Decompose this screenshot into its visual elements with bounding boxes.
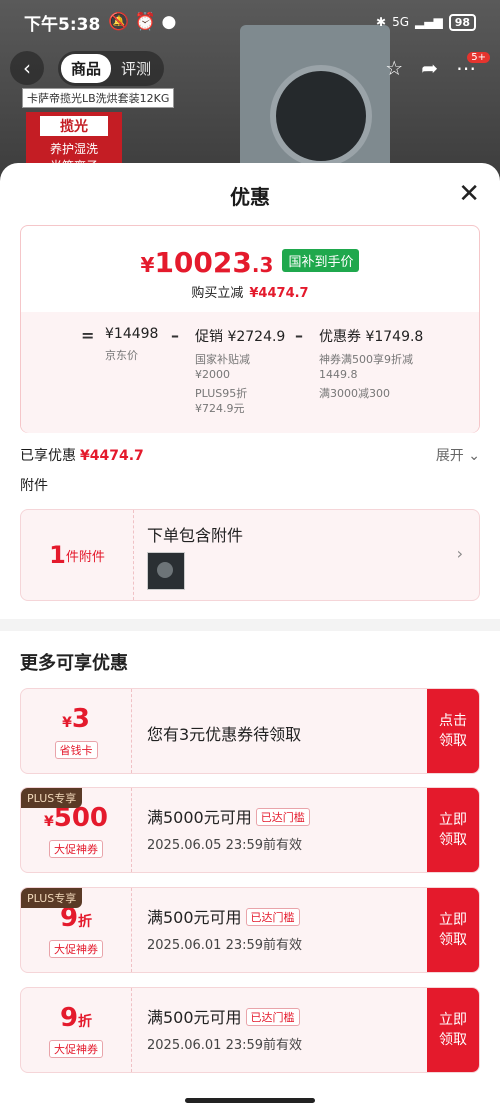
price-card: ¥10023.3 国补到手价 购买立减 ¥4474.7 = ¥14498 京东价 … — [20, 225, 480, 433]
coupon-text: 您有3元优惠券待领取 — [147, 725, 302, 744]
enjoyed-row: 已享优惠 ¥4474.7 展开 ⌄ — [20, 445, 480, 465]
product-top-bar: ‹ 商品 评测 ☆ ➦ ⋯ 5+ — [10, 50, 490, 86]
promo-col: 促销 ¥2724.9 国家补贴减 ¥2000 PLUS95折 ¥724.9元 — [195, 329, 286, 415]
equals-sign: = — [81, 326, 95, 345]
reduce-row: 购买立减 ¥4474.7 — [191, 286, 309, 301]
sheet-title: 优惠 — [230, 185, 270, 209]
coupon-card: 9折 大促神券 PLUS专享 满500元可用 已达门槛 2025.06.01 23… — [20, 887, 480, 973]
accessory-thumbnail — [147, 552, 185, 590]
network-label: 5G — [392, 15, 409, 29]
status-bar: 下午5:38 🔕 ⏰ ● ✱ 5G ▂▄▆ 98 — [0, 0, 500, 44]
coupon-tag: 省钱卡 — [54, 741, 98, 759]
status-time: 下午5:38 — [24, 14, 101, 35]
coupon-tag: 大促神券 — [49, 940, 103, 958]
tab-review[interactable]: 评测 — [111, 54, 161, 83]
minus-sign: – — [295, 326, 303, 345]
coupon-condition: 满5000元可用 — [147, 808, 252, 827]
coupon-tag: 大促神券 — [49, 840, 103, 858]
coupon-condition: 满500元可用 — [147, 908, 242, 927]
coupon-col: 优惠券 ¥1749.8 神券满500享9折减 1449.8 满3000减300 — [319, 329, 424, 400]
minus-sign: – — [171, 326, 179, 345]
accessory-card[interactable]: 1 件附件 下单包含附件 › — [20, 509, 480, 601]
claim-button[interactable]: 点击 领取 — [427, 689, 479, 773]
plus-badge: PLUS专享 — [21, 888, 83, 908]
final-price: ¥10023.3 — [140, 246, 274, 279]
coupon-card: 9折 大促神券 满500元可用 已达门槛 2025.06.01 23:59前有效 … — [20, 987, 480, 1073]
coupon-card: ¥3 省钱卡 您有3元优惠券待领取 点击 领取 — [20, 688, 480, 774]
chevron-down-icon: ⌄ — [468, 448, 480, 464]
expand-button[interactable]: 展开 ⌄ — [436, 445, 480, 465]
price-tag-badge: 国补到手价 — [282, 249, 360, 272]
tab-product[interactable]: 商品 — [61, 53, 112, 83]
price-breakdown: = ¥14498 京东价 – 促销 ¥2724.9 国家补贴减 ¥2000 PLU… — [21, 312, 479, 433]
notification-icons: 🔕 ⏰ ● — [108, 12, 177, 32]
message-badge: 5+ — [467, 52, 490, 63]
accessory-section-label: 附件 — [20, 478, 48, 494]
more-offers-title: 更多可享优惠 — [20, 653, 128, 674]
accessory-title: 下单包含附件 — [147, 526, 244, 545]
claim-button[interactable]: 立即 领取 — [427, 888, 479, 972]
jd-price-col: ¥14498 京东价 — [105, 326, 159, 362]
chevron-right-icon: › — [456, 544, 463, 563]
product-tabs: 商品 评测 — [58, 50, 165, 86]
coupon-condition: 满500元可用 — [147, 1008, 242, 1027]
bluetooth-icon: ✱ — [376, 15, 387, 29]
share-icon[interactable]: ➦ — [421, 56, 438, 80]
promo-box-line: 养护湿洗 — [49, 142, 98, 156]
claim-button[interactable]: 立即 领取 — [427, 788, 479, 872]
discount-sheet: 优惠 ✕ ¥10023.3 国补到手价 购买立减 ¥4474.7 = ¥14498… — [0, 163, 500, 1111]
promo-box-title: 揽光 — [40, 116, 108, 136]
plus-badge: PLUS专享 — [21, 788, 83, 808]
threshold-met-badge: 已达门槛 — [245, 1008, 300, 1026]
section-divider — [0, 619, 500, 631]
product-label: 卡萨帝揽光LB洗烘套装12KG — [22, 88, 175, 108]
favorite-star-icon[interactable]: ☆ — [385, 56, 403, 80]
coupon-tag: 大促神券 — [49, 1040, 103, 1058]
coupon-expiry: 2025.06.05 23:59前有效 — [147, 838, 303, 853]
threshold-met-badge: 已达门槛 — [255, 808, 310, 826]
home-indicator[interactable] — [185, 1098, 315, 1103]
signal-icon: ▂▄▆ — [415, 15, 443, 29]
coupon-expiry: 2025.06.01 23:59前有效 — [147, 1038, 303, 1053]
washer-image — [240, 25, 390, 185]
close-button[interactable]: ✕ — [458, 181, 480, 207]
coupon-expiry: 2025.06.01 23:59前有效 — [147, 938, 303, 953]
battery-indicator: 98 — [448, 13, 476, 31]
coupon-card: ¥500 大促神券 PLUS专享 满5000元可用 已达门槛 2025.06.05… — [20, 787, 480, 873]
threshold-met-badge: 已达门槛 — [245, 908, 300, 926]
claim-button[interactable]: 立即 领取 — [427, 988, 479, 1072]
back-button[interactable]: ‹ — [10, 51, 44, 85]
